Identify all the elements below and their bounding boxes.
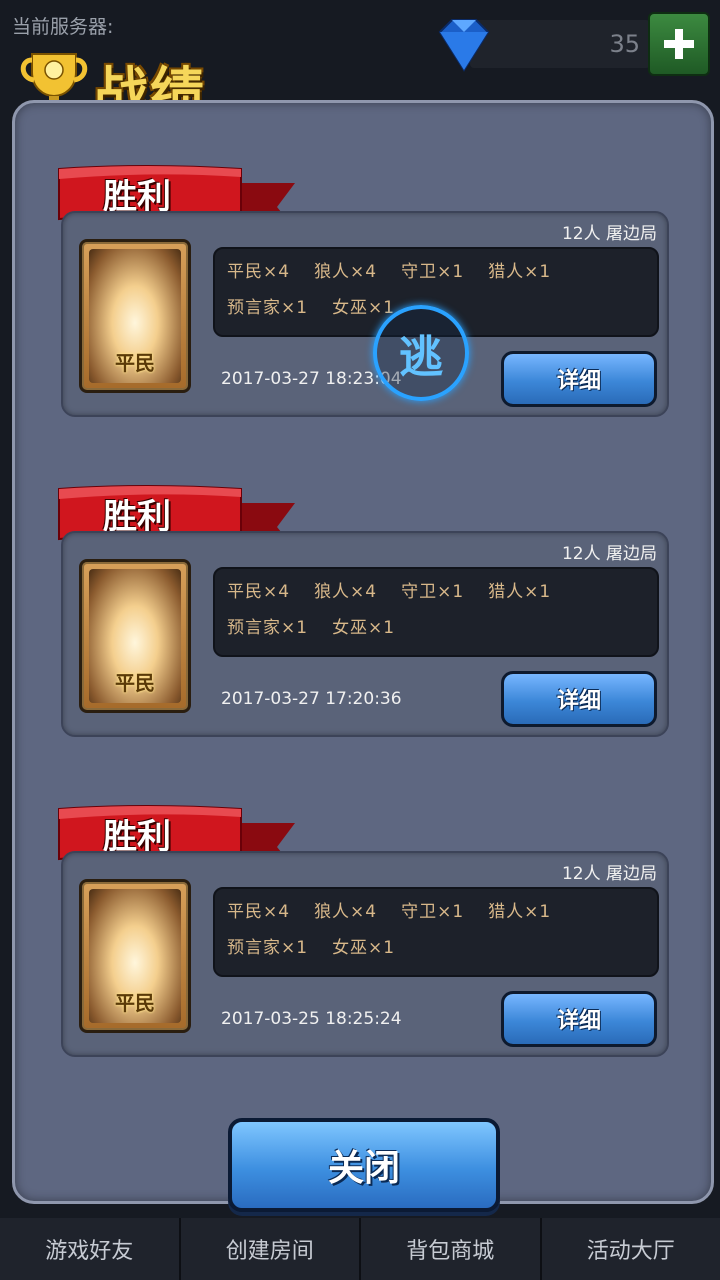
roles-line-2: 预言家×1 女巫×1	[227, 298, 396, 318]
roles-summary: 平民×4 狼人×4 守卫×1 猎人×1 预言家×1 女巫×1	[213, 887, 659, 977]
nav-create-room[interactable]: 创建房间	[180, 1218, 361, 1280]
record-card: 12人 屠边局 平民 平民×4 狼人×4 守卫×1 猎人×1 预言家×1 女巫×1 20…	[61, 211, 669, 417]
record-item: 胜利 12人 屠边局 平民 平民×4 狼人×4 守卫×1 猎人×1 预言家×1 女巫×1…	[53, 163, 693, 423]
escape-badge: 逃	[373, 305, 469, 401]
game-mode: 12人 屠边局	[561, 224, 657, 244]
nav-shop[interactable]: 背包商城	[361, 1218, 542, 1280]
server-label: 当前服务器:	[12, 16, 114, 38]
roles-line-2: 预言家×1 女巫×1	[227, 618, 396, 638]
record-card: 12人 屠边局 平民 平民×4 狼人×4 守卫×1 猎人×1 预言家×1 女巫×1 20…	[61, 851, 669, 1057]
roles-line-1: 平民×4 狼人×4 守卫×1 猎人×1	[227, 262, 552, 282]
roles-line-2: 预言家×1 女巫×1	[227, 938, 396, 958]
game-time: 2017-03-27 17:20:36	[221, 689, 402, 709]
detail-button[interactable]: 详细	[501, 991, 657, 1047]
game-mode: 12人 屠边局	[561, 544, 657, 564]
roles-summary: 平民×4 狼人×4 守卫×1 猎人×1 预言家×1 女巫×1	[213, 567, 659, 657]
role-name: 平民	[115, 991, 155, 1015]
role-name: 平民	[115, 671, 155, 695]
detail-button[interactable]: 详细	[501, 671, 657, 727]
bottom-nav: 游戏好友 创建房间 背包商城 活动大厅	[0, 1218, 720, 1280]
role-name: 平民	[115, 351, 155, 375]
diamond-icon	[438, 19, 490, 72]
close-button[interactable]: 关闭	[228, 1118, 500, 1212]
role-card: 平民	[79, 559, 191, 713]
role-card: 平民	[79, 879, 191, 1033]
record-item: 胜利 12人 屠边局 平民 平民×4 狼人×4 守卫×1 猎人×1 预言家×1 女巫×1…	[53, 483, 693, 743]
roles-line-1: 平民×4 狼人×4 守卫×1 猎人×1	[227, 582, 552, 602]
roles-line-1: 平民×4 狼人×4 守卫×1 猎人×1	[227, 902, 552, 922]
gem-count: 35	[609, 30, 640, 58]
record-card: 12人 屠边局 平民 平民×4 狼人×4 守卫×1 猎人×1 预言家×1 女巫×1 20…	[61, 531, 669, 737]
nav-events[interactable]: 活动大厅	[541, 1218, 720, 1280]
role-card: 平民	[79, 239, 191, 393]
records-panel[interactable]: 胜利 12人 屠边局 平民 平民×4 狼人×4 守卫×1 猎人×1 预言家×1 女巫×1…	[12, 100, 714, 1204]
game-time: 2017-03-25 18:25:24	[221, 1009, 402, 1029]
add-gems-button[interactable]	[648, 12, 710, 76]
plus-icon	[664, 29, 694, 59]
nav-friends[interactable]: 游戏好友	[0, 1218, 181, 1280]
record-item: 胜利 12人 屠边局 平民 平民×4 狼人×4 守卫×1 猎人×1 预言家×1 女巫×1…	[53, 803, 693, 1063]
detail-button[interactable]: 详细	[501, 351, 657, 407]
game-time: 2017-03-27 18:23:04	[221, 369, 402, 389]
game-mode: 12人 屠边局	[561, 864, 657, 884]
